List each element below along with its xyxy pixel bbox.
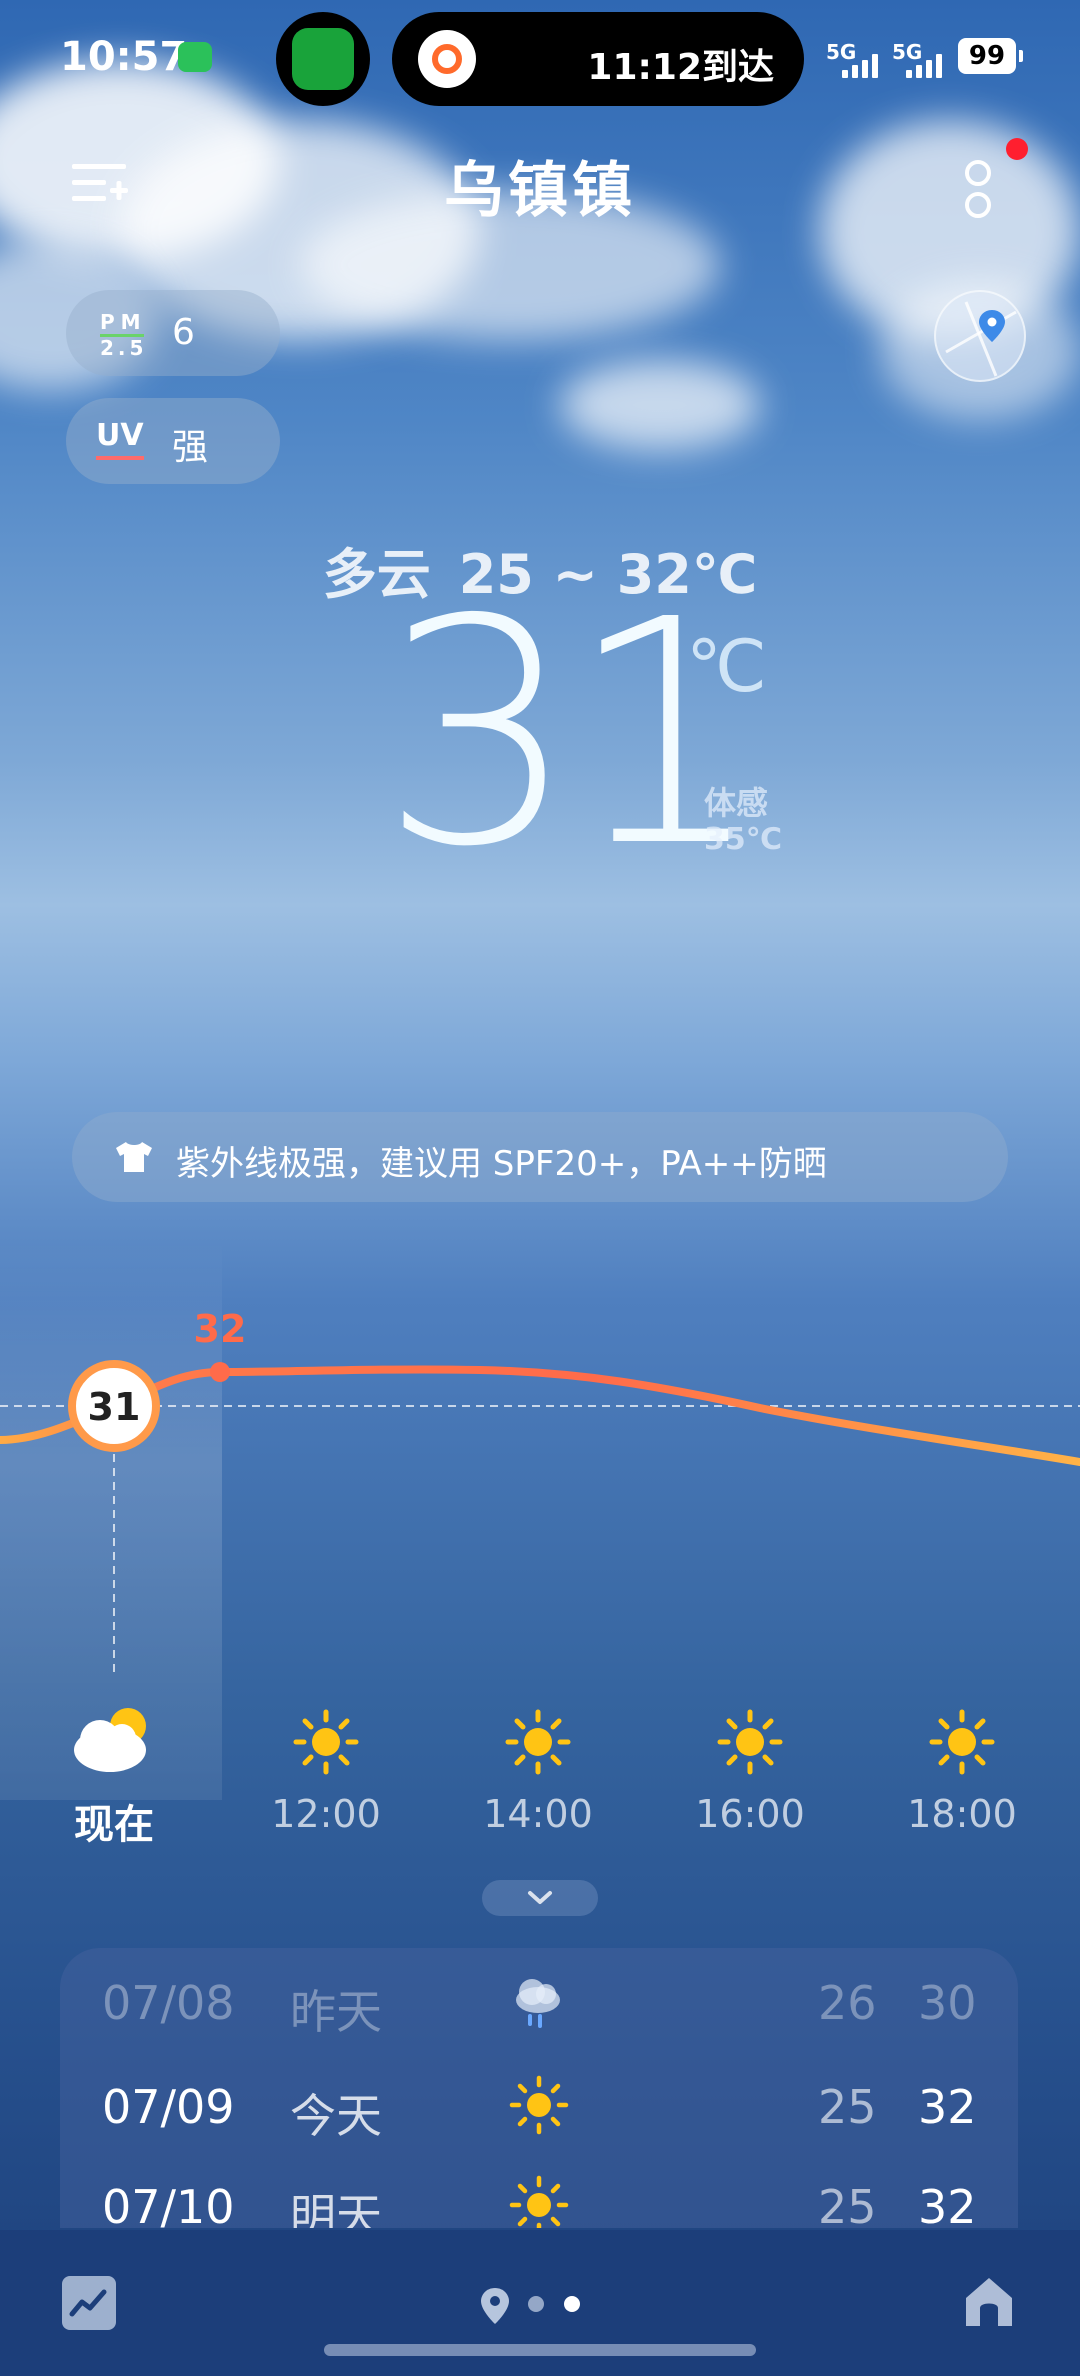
signal-bars-icon: [906, 52, 950, 78]
dynamic-island[interactable]: 11:12到达: [392, 12, 804, 106]
now-value: 31: [88, 1385, 141, 1429]
uv-chip[interactable]: UV 强: [66, 398, 280, 484]
hour-label[interactable]: 14:00: [468, 1792, 608, 1836]
sun-icon: [717, 1709, 783, 1775]
app-activity-pill[interactable]: [276, 12, 370, 106]
sun-icon: [509, 2075, 569, 2135]
day-high: 32: [918, 2080, 977, 2134]
daily-row[interactable]: 07/09 今天 25 32: [60, 2060, 1018, 2150]
pm-level-bar: [100, 334, 144, 337]
partly-cloudy-icon: [74, 1708, 146, 1772]
temperature-curve: [0, 1365, 1080, 1466]
day-relative: 明天: [290, 2189, 382, 2228]
hour-label[interactable]: 18:00: [892, 1792, 1032, 1836]
day-low: 25: [818, 2180, 877, 2228]
shirt-icon: [116, 1142, 152, 1172]
uv-advice-banner[interactable]: 紫外线极强，建议用 SPF20+，PA++防晒: [72, 1112, 1008, 1202]
sun-icon: [505, 1709, 571, 1775]
home-icon[interactable]: [962, 2274, 1016, 2330]
day-relative: 今天: [290, 2089, 382, 2143]
day-high: 30: [918, 1976, 977, 2030]
rain-cloud-icon: [516, 1979, 560, 2028]
daily-row[interactable]: 07/10 明天 25 32: [60, 2160, 1018, 2228]
uv-value: 强: [172, 427, 209, 468]
hourly-temperature-chart: 32 31: [0, 1307, 1080, 1672]
battery-indicator: 99: [958, 38, 1023, 74]
hour-label[interactable]: 12:00: [256, 1792, 396, 1836]
temperature-unit: ℃: [686, 624, 767, 708]
page-dot[interactable]: [528, 2296, 544, 2312]
page-dot-active[interactable]: [564, 2296, 580, 2312]
ride-app-icon: [418, 30, 476, 88]
pm25-value: 6: [172, 312, 195, 353]
daily-forecast-card: 07/08 昨天 26 30 07/09 今天 25 32 07/10 明天 2…: [60, 1948, 1018, 2228]
sun-icon: [929, 1709, 995, 1775]
day-relative: 昨天: [290, 1985, 382, 2039]
day-date: 07/10: [102, 2180, 235, 2228]
notification-dot: [1006, 138, 1028, 160]
day-date: 07/08: [102, 1976, 235, 2030]
status-time: 10:57: [60, 34, 188, 80]
more-options-icon[interactable]: [962, 150, 992, 230]
pm-label-bottom: 2.5: [100, 336, 148, 360]
day-low: 25: [818, 2080, 877, 2134]
peak-label: 32: [194, 1307, 247, 1351]
signal-bars-icon: [842, 52, 886, 78]
sun-icon: [509, 2175, 569, 2228]
day-date: 07/09: [102, 2080, 235, 2134]
location-pin-icon[interactable]: [478, 2286, 512, 2326]
pm25-chip[interactable]: PM 2.5 6: [66, 290, 280, 376]
sun-icon: [293, 1709, 359, 1775]
daily-row[interactable]: 07/08 昨天 26 30: [60, 1956, 1018, 2046]
hour-label[interactable]: 16:00: [680, 1792, 820, 1836]
pm-label-top: PM: [100, 310, 147, 334]
uv-advice-text: 紫外线极强，建议用 SPF20+，PA++防晒: [176, 1144, 827, 1184]
home-indicator[interactable]: [324, 2344, 756, 2356]
peak-point: [210, 1362, 230, 1382]
feels-like-label: 体感: [704, 784, 769, 822]
feels-like-value: 35℃: [704, 822, 783, 857]
hour-label[interactable]: 现在: [44, 1792, 184, 1850]
wechat-notification-icon: [178, 42, 212, 72]
app-icon: [292, 28, 354, 90]
uv-label: UV: [96, 418, 144, 453]
city-title[interactable]: 乌镇镇: [0, 142, 1080, 229]
map-icon[interactable]: [934, 290, 1026, 382]
chevron-down-icon[interactable]: [482, 1880, 598, 1916]
uv-level-bar: [96, 456, 144, 460]
arrival-time-text: 11:12到达: [587, 47, 774, 88]
day-high: 32: [918, 2180, 977, 2228]
day-low: 26: [818, 1976, 877, 2030]
trend-chart-icon[interactable]: [62, 2276, 116, 2330]
